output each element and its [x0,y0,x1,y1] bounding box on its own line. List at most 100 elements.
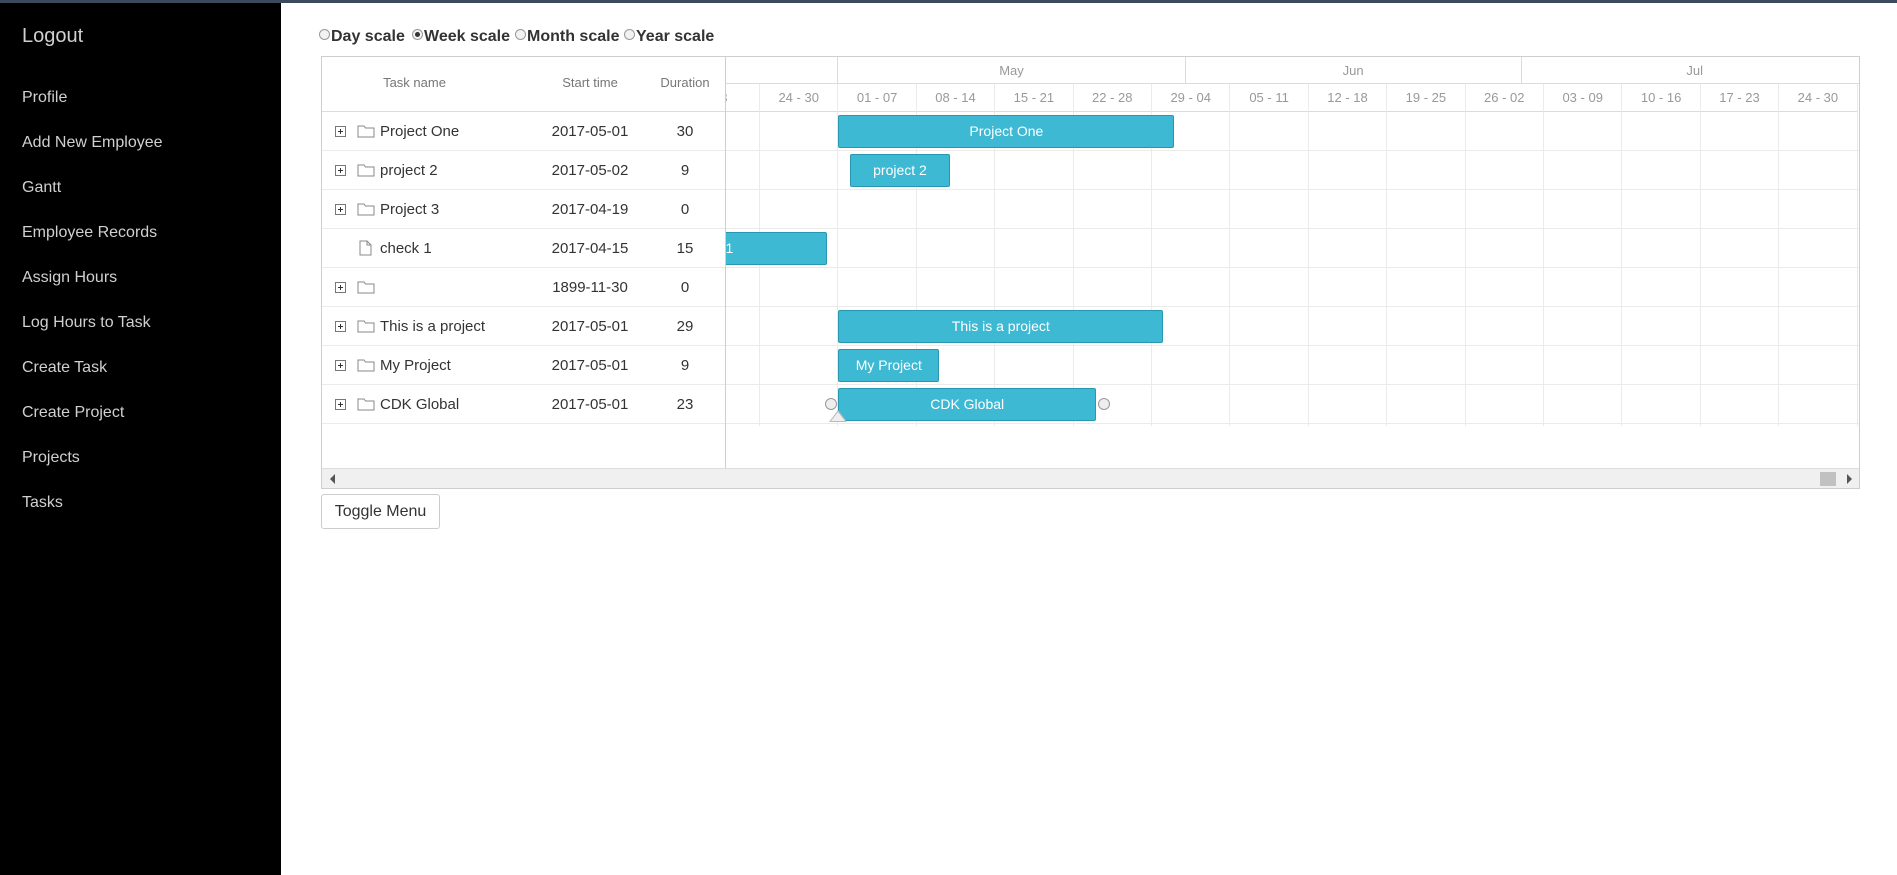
scroll-right-arrow[interactable] [1847,474,1852,484]
nav-gantt[interactable]: Gantt [22,179,61,197]
week-gridline [1464,112,1466,426]
link-handle-start[interactable] [825,398,838,410]
task-row[interactable]: My Project 2017-05-01 9 [322,346,725,385]
week-header: 15 - 21 [995,84,1074,112]
day-scale-option[interactable]: Day scale [319,28,405,46]
week-scale-option[interactable]: Week scale [412,28,510,46]
row-gridline [726,384,1859,385]
week-scale-radio[interactable] [412,29,423,41]
task-duration: 0 [680,279,690,296]
task-bar[interactable]: Project One [838,115,1175,148]
month-header: Jul [1521,57,1859,84]
task-start-time: 2017-04-19 [551,201,629,218]
row-gridline [726,267,1859,268]
task-row[interactable]: 1899-11-30 0 [322,268,725,307]
month-header: Jun [1185,57,1522,84]
nav-create-task[interactable]: Create Task [22,359,107,377]
nav-profile[interactable]: Profile [22,89,67,107]
nav-tasks[interactable]: Tasks [22,494,63,512]
nav-projects[interactable]: Projects [22,449,80,467]
expand-toggle-icon[interactable] [335,126,346,137]
row-gridline [726,189,1859,190]
expand-toggle-icon[interactable] [335,204,346,215]
year-scale-option[interactable]: Year scale [624,28,714,46]
horizontal-scrollbar[interactable] [322,468,1859,488]
day-scale-radio[interactable] [319,29,330,41]
week-gridline [1621,112,1623,426]
folder-icon [357,203,375,216]
expand-toggle-icon[interactable] [335,399,346,410]
col-task-name[interactable]: Task name [342,75,487,90]
folder-icon [357,125,375,138]
toggle-menu-button[interactable]: Toggle Menu [321,494,440,529]
day-scale-label: Day scale [331,28,405,45]
task-duration: 9 [680,162,690,179]
week-gridline [1543,112,1544,426]
row-gridline [726,306,1859,307]
month-header-prev [726,57,839,84]
task-bar[interactable]: CDK Global [838,388,1096,421]
sidebar: Logout Profile Add New Employee Gantt Em… [0,3,281,875]
nav-assign-hours[interactable]: Assign Hours [22,269,117,287]
nav-log-hours-to-task[interactable]: Log Hours to Task [22,314,151,332]
task-row[interactable]: project 2 2017-05-02 9 [322,151,725,190]
col-duration[interactable]: Duration [655,75,715,90]
week-gridline [759,112,760,426]
week-header: 23 [726,84,760,112]
week-header: 26 - 02 [1465,84,1544,112]
task-row[interactable]: CDK Global 2017-05-01 23 [322,385,725,424]
task-bar[interactable]: This is a project [838,310,1164,343]
year-scale-radio[interactable] [624,29,635,41]
week-gridline [1386,112,1388,426]
task-bar[interactable]: project 2 [849,154,951,187]
expand-toggle-icon[interactable] [335,282,346,293]
col-start-time[interactable]: Start time [535,75,645,90]
month-scale-label: Month scale [527,28,620,45]
nav-add-new-employee[interactable]: Add New Employee [22,134,163,152]
row-gridline [726,345,1859,346]
task-duration: 29 [676,318,694,335]
week-gridline [1778,112,1780,426]
link-handle-end[interactable] [1098,398,1110,410]
month-scale-option[interactable]: Month scale [515,28,619,46]
task-row[interactable]: Project One 2017-05-01 30 [322,112,725,151]
progress-drag-handle[interactable] [829,410,848,422]
month-header: May [838,57,1186,84]
row-gridline [726,423,1859,424]
task-name: Project One [380,123,460,140]
logout-link[interactable]: Logout [22,25,83,48]
task-duration: 15 [676,240,694,257]
week-gridline [1151,112,1152,426]
month-scale-radio[interactable] [515,29,526,41]
scroll-left-arrow[interactable] [330,474,335,484]
task-bar[interactable]: check 1 [726,232,828,265]
nav-employee-records[interactable]: Employee Records [22,224,157,242]
nav-create-project[interactable]: Create Project [22,404,124,422]
task-bar[interactable]: My Project [838,349,940,382]
scroll-thumb[interactable] [1820,472,1836,486]
task-start-time: 2017-05-01 [551,396,629,413]
task-row[interactable]: check 1 2017-04-15 15 [322,229,725,268]
week-header: 03 - 09 [1544,84,1623,112]
task-start-time: 2017-05-02 [551,162,629,179]
task-duration: 23 [676,396,694,413]
week-header: 08 - 14 [916,84,996,112]
week-header: 12 - 18 [1308,84,1388,112]
folder-icon [357,359,375,372]
task-name: project 2 [380,162,438,179]
expand-toggle-icon[interactable] [335,321,346,332]
expand-toggle-icon[interactable] [335,165,346,176]
task-duration: 9 [680,357,690,374]
row-gridline [726,150,1859,151]
gantt-chart: Task name Start time Duration Project On… [321,56,1860,489]
expand-toggle-icon[interactable] [335,360,346,371]
task-start-time: 2017-05-01 [551,318,629,335]
week-header: 24 - 30 [760,84,839,112]
week-header: 24 - 30 [1779,84,1858,112]
file-icon [359,240,372,256]
week-gridline [1699,112,1701,426]
task-row[interactable]: Project 3 2017-04-19 0 [322,190,725,229]
task-name: My Project [380,357,451,374]
task-row[interactable]: This is a project 2017-05-01 29 [322,307,725,346]
task-start-time: 2017-05-01 [551,123,629,140]
